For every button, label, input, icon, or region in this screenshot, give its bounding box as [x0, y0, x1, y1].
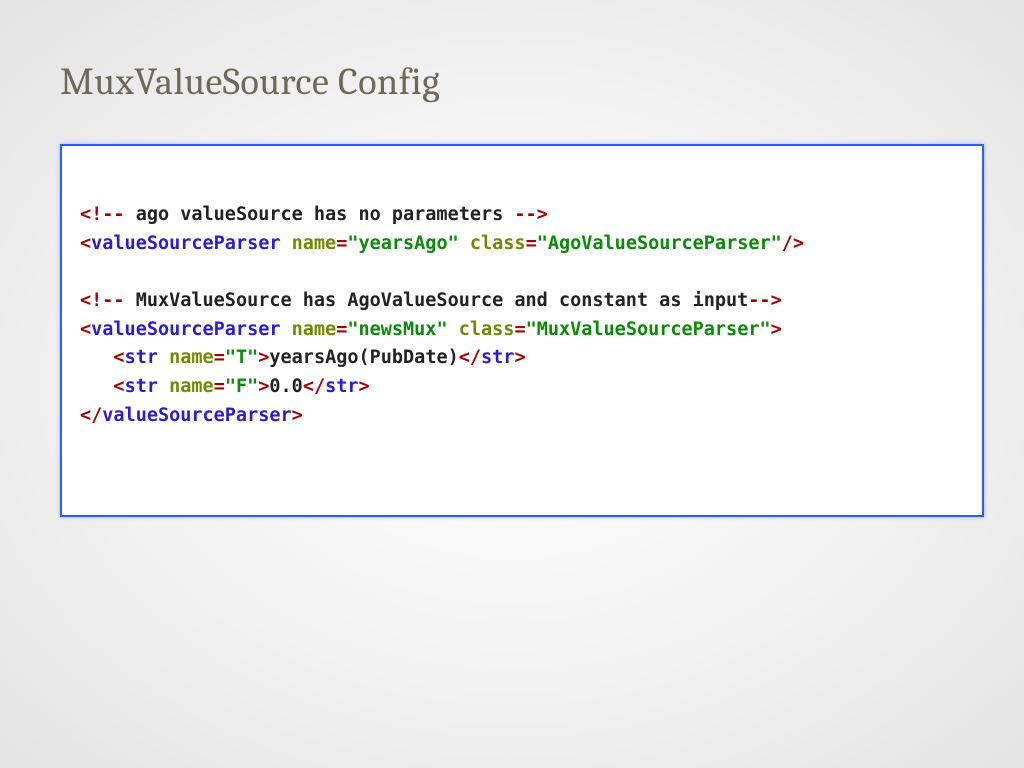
xml-comment-1: ago valueSource has no parameters: [125, 204, 515, 225]
tag-vsp2-open: valueSourceParser: [91, 319, 280, 340]
str2-text: 0.0: [269, 376, 302, 397]
str1-text: yearsAgo(PubDate): [269, 347, 458, 368]
xml-comment-2: MuxValueSource has AgoValueSource and co…: [125, 290, 749, 311]
tag-vsp2-close: valueSourceParser: [102, 405, 291, 426]
xml-code-block: <!-- ago valueSource has no parameters -…: [60, 144, 984, 517]
slide-title: MuxValueSource Config: [60, 60, 984, 104]
tag-vsp1: valueSourceParser: [91, 233, 280, 254]
slide: MuxValueSource Config <!-- ago valueSour…: [0, 0, 1024, 768]
